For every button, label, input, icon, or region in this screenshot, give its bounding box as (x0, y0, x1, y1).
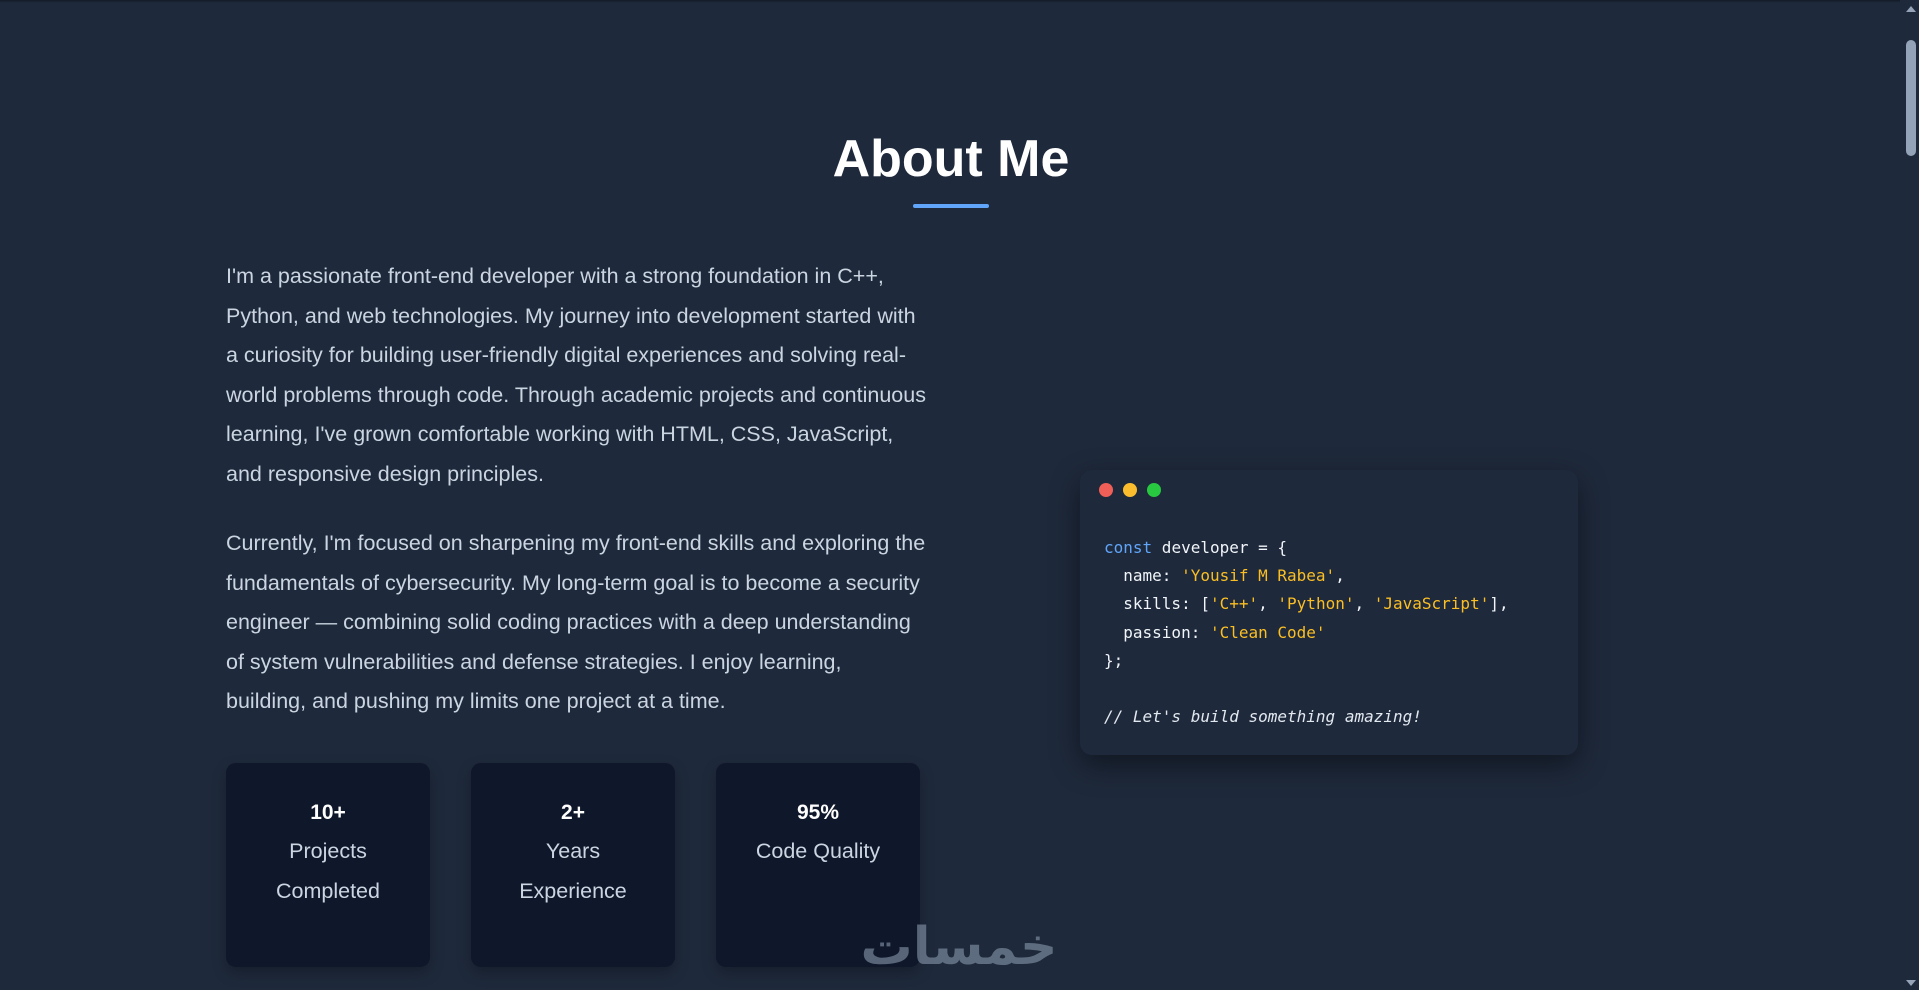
close-dot-icon (1099, 483, 1113, 497)
code-string: 'Python' (1277, 594, 1355, 614)
header-shadow (0, 0, 1900, 3)
code-string: 'C++' (1209, 594, 1259, 614)
code-text: developer = { (1152, 538, 1288, 557)
minimize-dot-icon (1123, 483, 1137, 497)
about-paragraph-2: Currently, I'm focused on sharpening my … (226, 531, 926, 713)
code-text: ], (1489, 594, 1509, 614)
code-string: 'Yousif M Rabea' (1181, 566, 1336, 586)
code-comment: // Let's build something amazing! (1104, 707, 1422, 727)
code-text: name: (1104, 566, 1182, 586)
stat-number: 2+ (561, 801, 585, 824)
page: About Me I'm a passionate front-end deve… (0, 0, 1919, 990)
scrollbar-thumb[interactable] (1906, 40, 1916, 156)
window-controls (1099, 483, 1161, 497)
about-text: I'm a passionate front-end developer wit… (226, 257, 926, 752)
stat-label: Years Experience (519, 839, 627, 903)
code-keyword: const (1104, 538, 1153, 557)
stat-number: 10+ (310, 801, 346, 824)
code-snippet: const developer = { name: 'Yousif M Rabe… (1104, 538, 1509, 727)
stat-number: 95% (796, 801, 840, 824)
stats-row: 10+ Projects Completed 2+ Years Experien… (226, 763, 920, 967)
code-string: 'JavaScript' (1373, 594, 1490, 614)
stat-label: Code Quality (755, 839, 881, 863)
section-title: About Me (832, 130, 1070, 188)
code-text: passion: (1104, 622, 1210, 642)
khamsat-logo-watermark: خمسات (860, 918, 1057, 976)
maximize-dot-icon (1147, 483, 1161, 497)
code-text: , (1335, 566, 1345, 586)
code-window: const developer = { name: 'Yousif M Rabe… (1080, 470, 1578, 755)
stat-card-projects: 10+ Projects Completed (226, 763, 430, 967)
code-text: }; (1104, 650, 1124, 670)
scroll-up-arrow-icon[interactable] (1906, 6, 1916, 12)
about-paragraph-1: I'm a passionate front-end developer wit… (226, 264, 926, 486)
stat-label: Projects Completed (276, 839, 380, 903)
code-text: skills: [ (1104, 594, 1210, 614)
watermark-text: خمسات (860, 918, 1057, 976)
vertical-scrollbar[interactable] (1902, 0, 1919, 990)
code-string: 'Clean Code' (1209, 622, 1326, 642)
stat-card-experience: 2+ Years Experience (471, 763, 675, 967)
title-underline (913, 204, 989, 208)
scroll-down-arrow-icon[interactable] (1906, 980, 1916, 986)
